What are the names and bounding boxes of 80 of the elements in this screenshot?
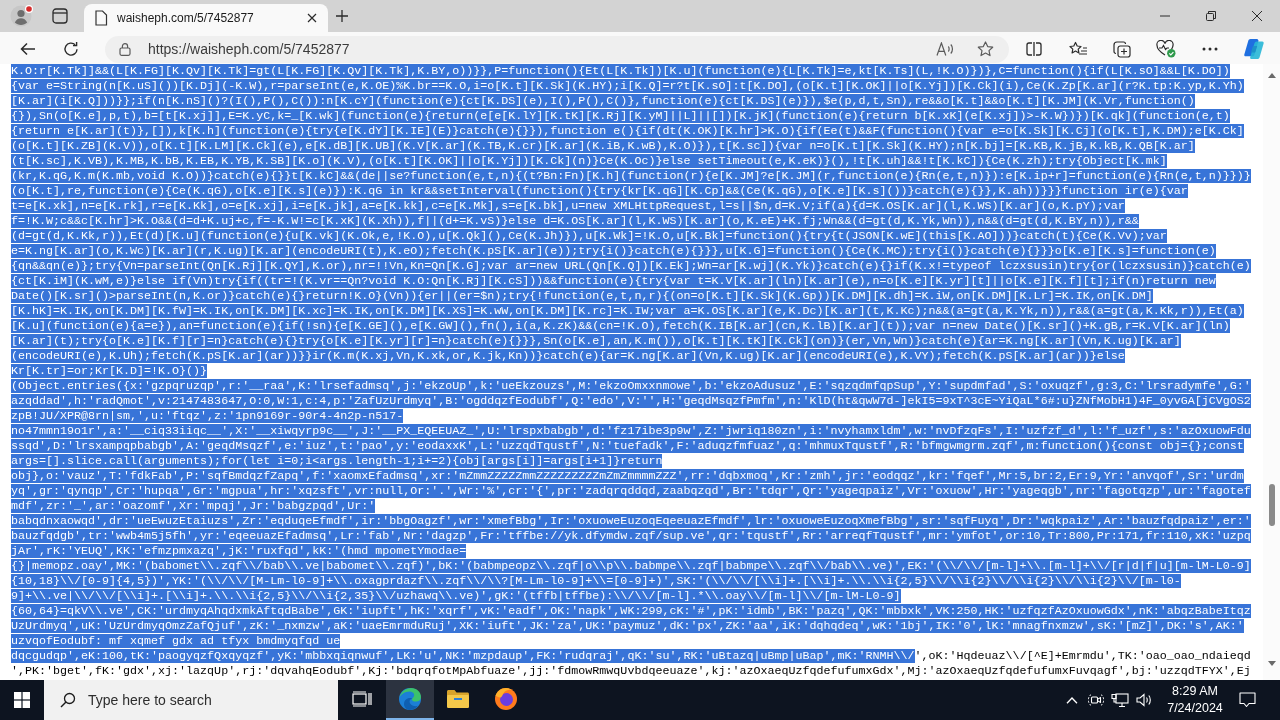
code-text: 9]+\\.ve|\\/\\/[\\i]+.[\\i]+.\\.\\i{2,5}\\/\\i{2,35}\\/uzhawq\\.ve)',gK:'(tffb|tffbe):\\/\\/[m-l].*\\.oay\\/[m-l]\\/[m-lM-L0-9] — [11, 589, 901, 603]
code-text: [K.u](function(e){a=e}),an=function(e){if(!sn){e[K.GE](),e[K.GW](),fn(),i(a,K.zK)&&(cn=!K.O),fetch(K.IB[K.ar](cn,K.lB)[K.ar](t));var n=new Date()[K.sr]()+K.gB,r=K.V[K.ar](ln) — [11, 319, 1230, 333]
code-text: {return e[K.ar](t)},[]),k[K.h](function(e){try{e[K.dY][K.IE](E)}catch(e){}}),function e(){if(dt(K.OK)[K.hr]>K.O){if(Ee(t)&&F(function(){var e=o[K.Sk][K.Cj](o[K.t],K.DM);e[K.Ck] — [11, 124, 1244, 138]
code-text: ',oK:'Hqdeuaz\\/[^E]+Emrmdu',TK:'oao_oao_ndaieqd — [914, 649, 1251, 663]
heart-pulse-icon[interactable] — [1156, 40, 1176, 58]
code-text: UzUrdmyq',uK:'UzUrdmyqOmzZafQjuf',zK:'_nxmzw',aK:'uaeEmrmduRuj',XK:'iuft',JK:'za',UK:'paymuz',dK:'px',ZK:'aa',iK:'dqhqdeq',wK:'1bj',IK:'0',lK:'mnagfnxmzw',sK:'[mZ]',DK:'s',AK:' — [11, 619, 1244, 633]
code-text: (Object.entries({x:'gzpqruzqp',r:'__raa',K:'lrsefadmsq',j:'ekzoUp',k:'ueEkzouzs',M:'ekzoOmxxnmowe',b:'ekzoAdusuz',E:'sqzqdmfqpSup',Y:'supdmfad',S:'oxuqzf',g:3,C:'lrsradymfe',G:' — [11, 379, 1251, 393]
code-text: [K.hK]=K.IK,on[K.DM][K.fW]=K.IK,on[K.DM][K.xc]=K.IK,on[K.DM][K.XS]=K.wW,on[K.DM][K.rc]=K.IW;var a=K.OS[K.ar](e,K.Dc)[K.ar](t,K.Kc);n&&(a=gt(a,K.Yk,n)),r&&(a=gt(a,K.Kk,r)),Et(a) — [11, 304, 1244, 318]
code-text: (o[K.t],re,function(e){Ce(K.qG),o[K.e][K.s](e)}):K.qG in kr&&setInterval(function(){try{kr[K.qG][K.Cp]&&(Ce(K.qG),o[K.e][K.s]())}catch(e){}},K.ah))}}}function ir(e){var — [11, 184, 1188, 198]
code-text: azqddad',h:'radQmot',v:2147483647,O:0,W:1,c:4,p:'ZafUzUrdmyq',B:'ogddqzfEodubf',Q:'edo',V:'',H:'geqdMsqzfPmfm',n:'KlD(ht&qwW7d-]ekI5=9xT^3cE~YiQaL*6#:u}ZNfMobH1)4F_0yvGA[jCVgOS2 — [11, 394, 1251, 408]
code-text: dqcgudqp',eK:100,tK:'paogyqzfQxqyqzf',yK:'mbbxqiqnwuf',LK:'u',NK:'mzpdaup',FK:'rudqraj',qK:'su',RK:'uBtazq|uBmp|uBap',mK:'RNMH\\/ — [11, 649, 915, 663]
code-text: {10,18}\\/[0-9]{4,5})',YK:'(\\/\\/[M-Lm-l0-9]+\\.oxagprdazf\\.zqf\\/\\?[M-Lm-l0-9]+\\=[0-9]+)',SK:'(\\/\\/[\\i]+.[\\i]+.\\.\\i{2,5}\\/\\i{2}\\/\\i{2}\\/\\i{2}\\/[m-l0- — [11, 574, 1181, 588]
wired-network-icon[interactable] — [1111, 692, 1129, 708]
code-text: {ct[K.iM](K.wM,e)}else if(Vn)try{if((tr=!(K.vr==Qn?void K.O:Qn[K.Rj][K.cS]))&&function(e){try{var t=K.V[K.ar](ln)[K.ar](e),n=o[K.e][K.yr][t]||o[K.e][K.f][t];if(n)return new — [11, 274, 1216, 288]
read-aloud-icon[interactable] — [936, 42, 954, 56]
restore-icon[interactable] — [1206, 11, 1216, 21]
lock-icon[interactable] — [119, 41, 131, 56]
code-text: ',PK:'bget',fK:'gdx',xj:'lazqUp',rj:'dqvahqEodubf',Kj:'bdqrqfotMpAbfuaze',jj:'fdmowRmwqUvbdqeeuaze',kj:'azOxaeqUzfqdefufumxGdx',Mj:'azOxaeqUzfqdefufumxFuvqagf',bj:'uzzqdTFYX',Ej — [11, 664, 1251, 678]
video-camera-icon[interactable] — [1088, 692, 1104, 708]
clock-time: 8:29 AM — [1172, 683, 1218, 700]
close-icon[interactable] — [307, 13, 317, 23]
code-text: K.O:r[K.Tk]]&&(L[K.FG][K.Qv][K.Tk]=gt(L[K.FG][K.Qv][K.Tk],K.BY,o))}},P=function(){Et(L[K.Tk])[K.u](function(e){L[K.Tk]=e,kt[K.Ts](L,!K.O)})},C=function(){if(L[K.sO]&&L[K.DO]) — [11, 64, 1230, 78]
more-icon[interactable] — [1202, 47, 1218, 51]
code-text: {qn&&qn(e)};try{Vn=parseInt(Qn[K.Rj][K.QY],K.or),nr=!!Vn,Kn=Qn[K.G];var ar=new URL(Qn[K.Q])[K.Ek];Wn=ar[K.wj](K.Yk)}catch(e){}if(K.x!=typeof lczxsusin)try{or(lczxsusin)}catch(e) — [11, 259, 1251, 273]
browser-icon[interactable] — [398, 687, 422, 711]
close-icon[interactable] — [1252, 11, 1262, 21]
code-text: {var e=String(n[K.uS]())[K.Dj](-K.W),r=parseInt(e,K.OE)%K.br==K.O,i=o[K.t][K.Sk](K.HY);i[K.Q]=r?t[K.sO]:t[K.DO],(o[K.t][K.OK]||o[K.Yj])[K.Ck](i),Ce(K.Zp[K.ar](r?K.tp:K.yp,K.Yh) — [11, 79, 1244, 93]
taskbar-button[interactable] — [386, 680, 434, 720]
code-text: obj},o:'vauz',T:'fdkFab',P:'sqfBmdqzfZapq',f:'xaomxEfadmsq',xr:'mZmmZZZZZmmZZZZZZZZZmZmZmmmmZZZ',rr:'dqbxmoq',Kr:'zmh',jr:'eodqqz',kr:'fqef',Mr:5,br:2,Er:9,Yr:'anvqof',Sr:'urdm — [11, 469, 1244, 483]
code-text: ssqd',D:'lrsxampqpbabgb',A:'geqdMsqzf',e:'iuz',t:'pao',y:'eodaxxK',L:'uzzqdTqustf',N:'tuefadk',F:'aduqzfmfuaz',q:'mhmuxTqustf',R:'bfmgwmgrm.zqf',m:function(){const obj={};const — [11, 439, 1244, 453]
browser-tab[interactable]: waisheph.com/5/7452877 — [84, 4, 328, 32]
code-text: e=K.ng[K.ar](o,K.Wc)[K.ar](r,K.ug)[K.ar](encodeURI(t),K.eO);fetch(K.pS[K.ar](e));try{i()}catch(e){}}},u[K.G]=function(){Ce(K.MC);try{i()}catch(e){}}}o[K.e][K.s]=function(e) — [11, 244, 1216, 258]
code-text: jAr',rK:'YEUQ',KK:'efmzpmxazq',jK:'ruxfqd',kK:'(hmd mpometYmodae= — [11, 544, 467, 558]
scroll-up-icon[interactable] — [1267, 73, 1276, 78]
plus-icon[interactable] — [335, 9, 349, 23]
code-text: babqdnxaowqd',dr:'ueEwuzEtaiuzs',Zr:'eqduqeEfmdf',ir:'bbgOagzf',wr:'xmefBbg',Ir:'oxuoweEuzoqEqeeuazEfmdf',lr:'oxuoweEuzoqXmefBbg',sr:'sqfFuyq',Dr:'wqkpaiz',Ar:'bauzfqdpaiz',er:' — [11, 514, 1251, 528]
split-screen-icon[interactable] — [1026, 42, 1042, 56]
collections-icon[interactable] — [1113, 40, 1131, 58]
refresh-icon[interactable] — [63, 41, 79, 57]
code-text: mdf',zr:'_',ar:'oazomf',Xr:'mpqj',Jr:'babgzpqd',Ur:' — [11, 499, 376, 513]
scrollbar[interactable] — [1263, 64, 1280, 680]
browser-icon[interactable] — [494, 687, 518, 711]
scrollbar-thumb[interactable] — [1268, 484, 1275, 526]
code-text: [K.ar](t);try{o[K.e][K.f][r]=n}catch(e){}try{o[K.e][K.yr][r]=n}catch(e){}}},Sn(o[K.e],an,K.m()),o[K.t][K.tK][K.Ck](on)}(er,Vn,Wn)}catch(e){ar=K.ng[K.ar](Vn,K.ug)[K.ar] — [11, 334, 1181, 348]
code-text: no47mmn19o1r',a:'__ciq33iiqc__',X:'__xiwqyrp9c__',J:'__PX_EQEEUAZ_',U:'lrspxbabgb',d:'fz17ibe3p9w',Z:'jwriq180zn',i:'nvyhamxldm',w:'nvDfzqFs',I:'uzfzf_d',l:'f_uzf',s:'azOxuowFdu — [11, 424, 1251, 438]
code-text: (kr,K.qG,K.m(K.mb,void K.O))}catch(e){}}t[K.kC]&&(de||se?function(e,t,n){(t?Bn:Fn)[K.h](function(r){e[K.JM]?e[K.JM](r,function(e){Rn(e,t,n)}):e[K.ip+r]=function(e){Rn(e,t,n)}})} — [11, 169, 1251, 183]
search-icon[interactable] — [60, 692, 76, 708]
task-view-icon[interactable] — [352, 691, 372, 707]
code-text: Date()[K.sr]()>parseInt(n,K.or)}catch(e){}return!K.O}(Vn)){er||(er=$n);try{!function(e,t,n,r){(on=o[K.t][K.Sk](K.Gp))[K.DM][K.dh]=K.iW,on[K.DM][K.Lr]=K.IK,on[K.DM] — [11, 289, 1153, 303]
tab-actions-icon[interactable] — [52, 8, 68, 24]
code-text: args=[].slice.call(arguments);for(let i=0;i<args.length-1;i+=2){obj[args[i]]=args[i+1]}return — [11, 454, 663, 468]
address-field[interactable]: https://waisheph.com/5/7452877 — [105, 35, 1009, 63]
speech-bubble-icon[interactable] — [1238, 692, 1256, 708]
clock-date: 7/24/2024 — [1167, 700, 1223, 717]
code-text: {}),Sn(o[K.e],p,t),b=[t[K.xj]],E=K.yC,k=_[K.wk](function(e){return(e[e[K.lY][K.tK][K.Rj][K.yM]||L]||[])[K.jK](function(e){return b[K.xK](e[K.xj])>-K.W})})[K.qk](function(e,t) — [11, 109, 1230, 123]
windows-logo-icon[interactable] — [14, 692, 30, 708]
code-text: f=!K.W;c&&c[K.hr]>K.O&&(d=d+K.uj+c,f=-K.W!=c[K.xK](K.Xh)),f||(d+=K.vS)}else d=K.OS[K.ar](l,K.WS)[K.ar](o,K.eE)+K.fj;Wn&&(d=gt(d,K.Yk,Wn)),n&&(d=gt(d,K.BY,n)),r&& — [11, 214, 1139, 228]
code-text: yq',gr:'qynqp',Cr:'hupqa',Gr:'mgpua',hr:'xqzsft',vr:null,Or:'.',Wr:'%',cr:'{',pr:'zadqrqddqd,zaabqzqd',Br:'tdqr',Qr:'yageqpaiz',Vr:'oxuow',Hr:'yageqgb',nr:'fagotqzp',ur:'fagotef — [11, 484, 1251, 498]
code-text: (d=gt(d,K.Kk,r)),Et(d)[K.u](function(e){u[K.vk](K.Ok,e,!K.O),u[K.Qk](),Ce(K.Jh)}),u[K.Wk]=!K.O,u[K.Bk]=function(){try{t(JSON[K.wE](this[K.AO]))}catch(t){Ce(K.Vv);var — [11, 229, 1167, 243]
chevron-up-icon[interactable] — [1066, 696, 1078, 704]
code-text: {}|memopz.oay',MK:'(babomet\\.zqf\\/bab\\.ve|babomet\\.zqf)',bK:'(babmpeopz\\.zqf|o\\p\\.babmpe\\.zqf|babmpe\\.zqf\\/bab\\.ve)',EK:'(\\/\\/[m-l]+\\.[m-l]+\\/[r|d|f|u][m-lM-L0-9] — [11, 559, 1251, 573]
assistant-icon[interactable] — [1243, 38, 1265, 60]
page-icon — [94, 10, 108, 26]
code-text: (t[K.sc],K.VB),K.MB,K.bB,K.EB,K.YB,K.SB][K.o](K.V),(o[K.t][K.OK]||o[K.Yj])[K.Ck](n)}Ce(K.Oc)}else setTimeout(e,K.eK)}(),!t[K.uh]&&!t[K.kC]){Ce(K.zh);try{Object[K.mk] — [11, 154, 1167, 168]
code-text: zpB!JU/XPR@8rn|sm,',u:'ftqz',z:'1pn9169r-90r4-4n2p-n517- — [11, 409, 404, 423]
back-arrow-icon[interactable] — [20, 42, 36, 56]
speaker-icon[interactable] — [1136, 693, 1152, 707]
code-text: Kr[K.tr]=or;Kr[K.D]=!K.O}()} — [11, 364, 208, 378]
folder-icon[interactable] — [446, 689, 470, 709]
star-icon[interactable] — [976, 41, 994, 57]
scroll-down-icon[interactable] — [1267, 661, 1276, 666]
code-text: [K.ar](i[K.Q]))}};if(n[K.nS]()?(I(),P(),C()):n[K.cY](function(e){ct[K.DS](e),I(),P(),C()},function(e){ct[K.DS](e)}),$e(p,d,t,Sn),re&&o[K.t]&&o[K.t][K.JM](K.Vr,function() — [11, 94, 1195, 108]
code-text: t=e[K.xk],n=e[K.rk],r=e[K.Kk],o=e[K.xj],i=e[K.jk],a=e[K.kk],c=e[K.Mk],s=e[K.bk],u=new XMLHttpRequest,l=s||$n,d=K.V;if(a){d=K.OS[K.ar](l,K.WS)[K.ar](o,K.pY);var — [11, 199, 1125, 213]
code-text: (o[K.t][K.ZB](K.V)),o[K.t][K.LM][K.Ck](e),e[K.dB][K.UB](K.V[K.ar](K.TB,K.cr)[K.ar](K.iB,K.wB),K.O)}),t[K.sc]){var n=o[K.t][K.Sk](K.HY);n[K.bj]=[K.KB,K.jB,K.kB,K.QB[K.ar] — [11, 139, 1195, 153]
code-text: (encodeURI(e),K.Uh);fetch(K.pS[K.ar](ar))}}ir(K.m(K.xj,Vn,K.xk,or,K.jk,Kn))}catch(e){ar=K.ng[K.ar](Vn,K.ug)[K.ar](encodeURI(e),K.VY);fetch(K.pS[K.ar](ar))}else — [11, 349, 1125, 363]
search-field[interactable]: Type here to search — [44, 680, 338, 720]
star-list-icon[interactable] — [1068, 41, 1088, 57]
code-text: {60,64}=qkV\\.ve',CK:'urdmyqAhqdxmkAftqdBabe',GK:'iupft',hK:'xqrf',vK:'eadf',OK:'napk',WK:299,cK:'#',pK:'idmb',BK:'pazq',QK:'mbbxk',VK:250,HK:'uzfqzfAzOxuowGdx',nK:'abqzBabeItqz — [11, 604, 1251, 618]
code-text: bauzfqdgb',tr:'wwb4m5j5fh',yr:'eqeeuazEfadmsq',Lr:'fab',Nr:'dagzp',Fr:'tffbe://yk.dfymdw.zqf/sup.ve',qr:'tqustf',Rr:'arreqfTqustf',mr:'ymfot',or:10,Tr:800,Pr:171,fr:110,xK:'uzpq — [11, 529, 1251, 543]
code-text: uzvqofEodubf: mf xqmef gdx ad tfyx bmdmyqfqd ue — [11, 634, 341, 648]
